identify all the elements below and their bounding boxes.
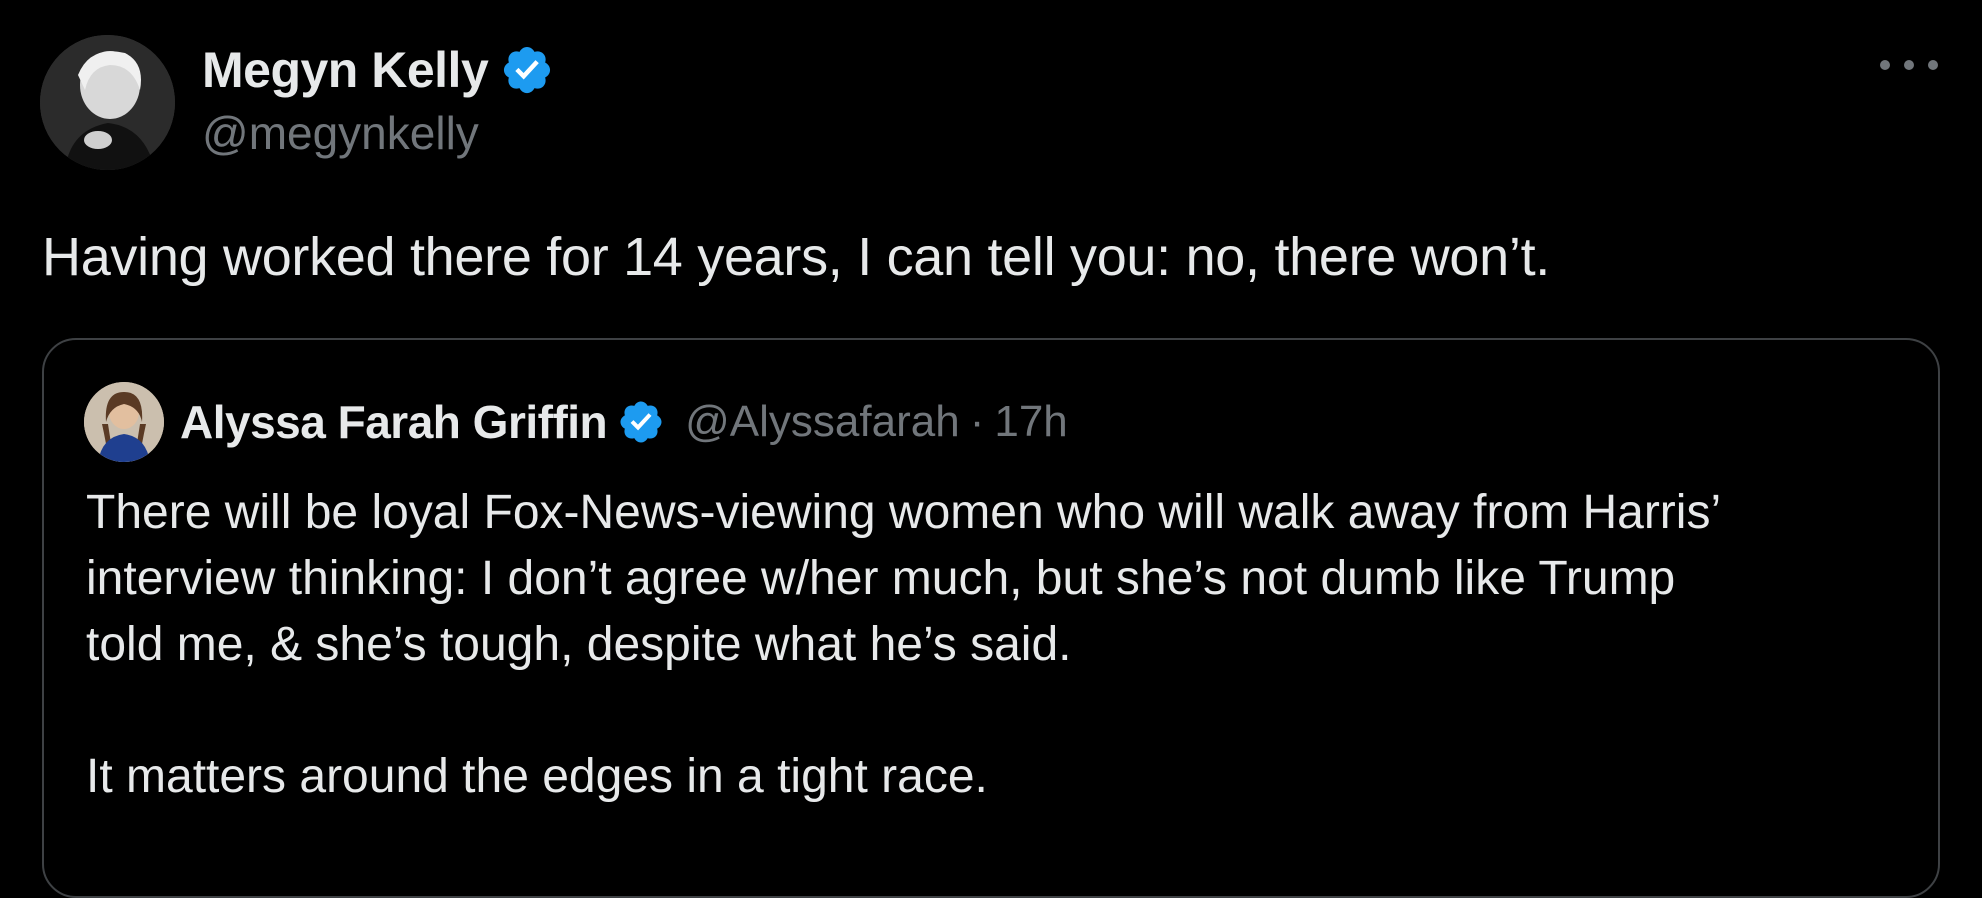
author-handle[interactable]: @megynkelly: [202, 106, 554, 160]
more-options-icon[interactable]: [1880, 50, 1938, 80]
quoted-author-avatar[interactable]: [84, 382, 164, 462]
dot: [1880, 60, 1890, 70]
quoted-author-display-name[interactable]: Alyssa Farah Griffin: [180, 395, 608, 449]
author-display-name[interactable]: Megyn Kelly: [202, 41, 489, 99]
tweet-text: Having worked there for 14 years, I can …: [42, 227, 1550, 287]
author-info: Megyn Kelly @megynkelly: [202, 38, 554, 160]
author-name-row: Megyn Kelly: [202, 38, 554, 102]
quoted-tweet-text: There will be loyal Fox-News-viewing wom…: [86, 486, 1722, 803]
tweet: Megyn Kelly @megynkelly Having worked th…: [0, 0, 1982, 898]
quoted-tweet-card[interactable]: Alyssa Farah Griffin @Alyssafarah · 17h …: [42, 338, 1940, 898]
quoted-tweet-timestamp[interactable]: 17h: [994, 397, 1067, 447]
dot: [1928, 60, 1938, 70]
verified-badge-icon: [617, 398, 665, 446]
quoted-author-handle[interactable]: @Alyssafarah: [685, 397, 960, 447]
verified-badge-icon: [500, 43, 554, 97]
separator-dot: ·: [969, 397, 985, 446]
quoted-tweet-header: Alyssa Farah Griffin @Alyssafarah · 17h: [84, 380, 1068, 464]
author-avatar[interactable]: [40, 35, 175, 170]
dot: [1904, 60, 1914, 70]
